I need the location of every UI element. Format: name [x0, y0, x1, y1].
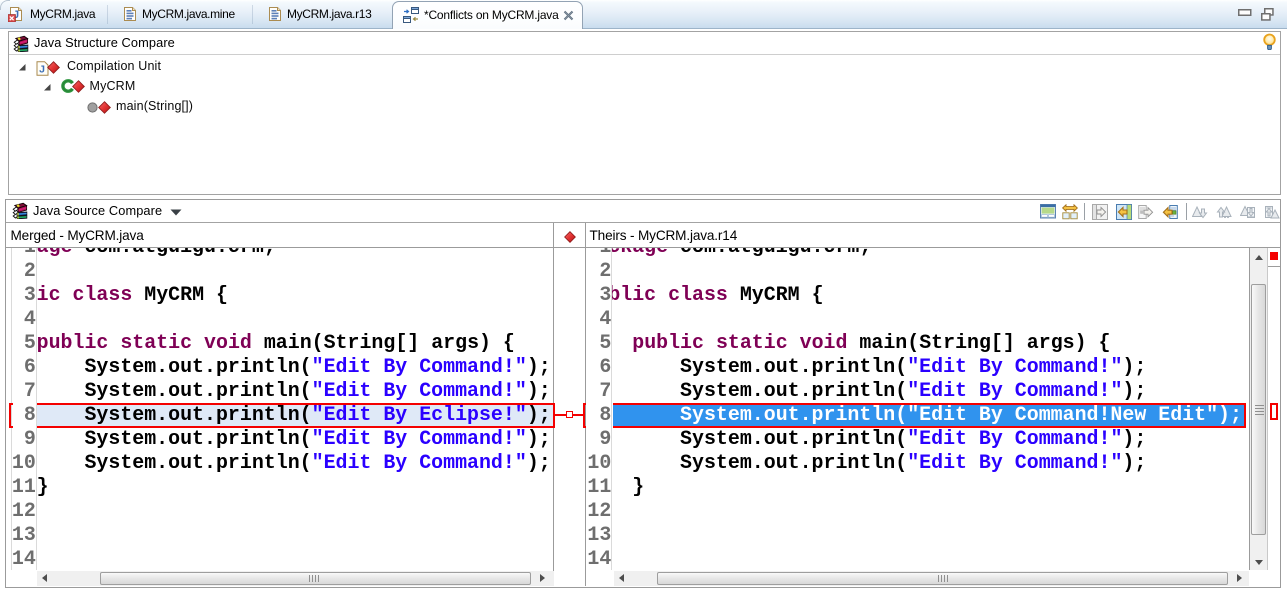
- svg-text:J: J: [39, 63, 45, 75]
